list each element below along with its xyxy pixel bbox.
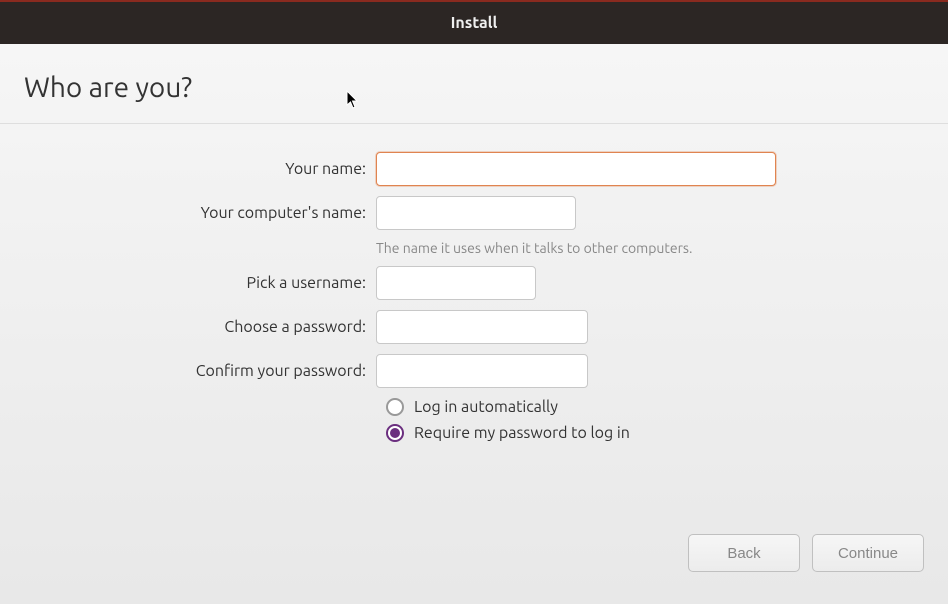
radio-label-require: Require my password to log in [414, 424, 630, 442]
window-title: Install [451, 14, 498, 32]
computer-name-input[interactable] [376, 196, 576, 230]
row-username: Pick a username: [24, 266, 924, 300]
header-section: Who are you? [0, 44, 948, 124]
label-confirm-password: Confirm your password: [24, 362, 376, 380]
your-name-input[interactable] [376, 152, 776, 186]
radio-login-require[interactable]: Require my password to log in [386, 424, 924, 442]
label-username: Pick a username: [24, 274, 376, 292]
page-title: Who are you? [24, 72, 924, 103]
password-input[interactable] [376, 310, 588, 344]
radio-icon [386, 424, 404, 442]
row-confirm-password: Confirm your password: [24, 354, 924, 388]
label-computer-name: Your computer's name: [24, 204, 376, 222]
radio-label-auto: Log in automatically [414, 398, 558, 416]
continue-button[interactable]: Continue [812, 534, 924, 572]
row-your-name: Your name: [24, 152, 924, 186]
back-button[interactable]: Back [688, 534, 800, 572]
radio-icon [386, 398, 404, 416]
row-password: Choose a password: [24, 310, 924, 344]
button-bar: Back Continue [688, 534, 924, 572]
label-your-name: Your name: [24, 160, 376, 178]
label-password: Choose a password: [24, 318, 376, 336]
confirm-password-input[interactable] [376, 354, 588, 388]
username-input[interactable] [376, 266, 536, 300]
computer-name-hint: The name it uses when it talks to other … [376, 240, 692, 256]
titlebar: Install [0, 0, 948, 44]
row-computer-hint: The name it uses when it talks to other … [24, 240, 924, 256]
row-computer-name: Your computer's name: [24, 196, 924, 230]
login-option-group: Log in automatically Require my password… [386, 398, 924, 442]
radio-login-auto[interactable]: Log in automatically [386, 398, 924, 416]
form-area: Your name: Your computer's name: The nam… [0, 124, 948, 462]
